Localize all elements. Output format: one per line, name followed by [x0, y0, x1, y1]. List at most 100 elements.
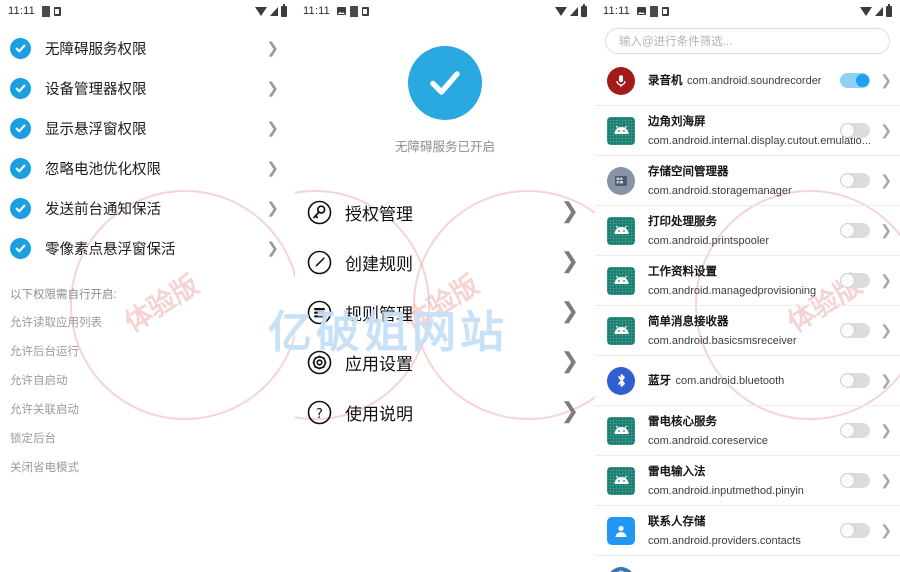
screen-main-menu: 11:11 体验版 无障碍服务已开启 授权管理 ❯ 创建规则 ❯ 规则管理 ❯ … — [295, 0, 595, 572]
app-row[interactable]: 简单消息接收器 com.android.basicsmsreceiver ❯ — [595, 306, 900, 356]
app-permission-list: 录音机 com.android.soundrecorder ❯ 边角刘海屏 co… — [595, 56, 900, 572]
doc-icon — [661, 6, 669, 16]
battery-icon — [581, 3, 587, 17]
menu-item-authorization[interactable]: 授权管理 ❯ — [295, 187, 595, 237]
triple-screenshot-container: 11:11 体验版 无障碍服务权限 ❯ 设备管理器权限 ❯ 显示悬浮窗权限 ❯ … — [0, 0, 900, 572]
app-text: 雷电输入法 com.android.inputmethod.pinyin — [648, 462, 840, 499]
app-row[interactable]: 存储空间管理器 com.android.storagemanager ❯ — [595, 156, 900, 206]
status-left-icons — [41, 5, 61, 17]
check-icon — [10, 37, 31, 59]
signal-icon — [875, 6, 883, 16]
app-package: com.android.soundrecorder — [686, 75, 822, 88]
menu-item-create-rule[interactable]: 创建规则 ❯ — [295, 237, 595, 287]
app-toggle[interactable] — [840, 523, 871, 538]
square-icon — [349, 5, 358, 17]
app-toggle[interactable] — [840, 73, 871, 88]
chevron-right-icon: ❯ — [266, 38, 279, 57]
app-row[interactable]: 浏览器 ❯ — [595, 556, 900, 572]
status-right-icons — [555, 3, 587, 17]
doc-icon — [361, 6, 369, 16]
app-text: 录音机 com.android.soundrecorder — [648, 71, 840, 90]
signal-icon — [270, 6, 278, 16]
permission-row[interactable]: 显示悬浮窗权限 ❯ — [0, 108, 295, 148]
app-toggle[interactable] — [840, 173, 871, 188]
chevron-right-icon: ❯ — [560, 399, 579, 424]
app-toggle[interactable] — [840, 273, 871, 288]
menu-item-instructions[interactable]: ? 使用说明 ❯ — [295, 387, 595, 437]
check-circle-icon — [408, 46, 482, 120]
chevron-right-icon: ❯ — [880, 472, 892, 489]
app-row[interactable]: 雷电输入法 com.android.inputmethod.pinyin ❯ — [595, 456, 900, 506]
app-toggle[interactable] — [840, 323, 871, 338]
manual-permission-item: 允许关联启动 — [10, 404, 79, 416]
app-text: 工作资料设置 com.android.managedprovisioning — [648, 262, 840, 299]
chevron-right-icon: ❯ — [560, 199, 579, 224]
app-row[interactable]: 雷电核心服务 com.android.coreservice ❯ — [595, 406, 900, 456]
status-bar-left: 11:11 — [0, 0, 295, 22]
wifi-icon — [555, 6, 567, 16]
app-toggle[interactable] — [840, 473, 871, 488]
manual-permission-item: 允许后台运行 — [10, 346, 79, 358]
image-icon — [636, 7, 646, 15]
app-name: 存储空间管理器 — [648, 166, 729, 179]
app-name: 工作资料设置 — [648, 266, 717, 279]
check-icon — [10, 77, 31, 99]
status-left-icons — [336, 5, 369, 17]
bluetooth-icon — [607, 366, 635, 395]
permission-row[interactable]: 设备管理器权限 ❯ — [0, 68, 295, 108]
app-text: 打印处理服务 com.android.printspooler — [648, 212, 840, 249]
contacts-icon — [607, 516, 635, 545]
app-name: 录音机 — [648, 75, 683, 88]
app-toggle[interactable] — [840, 423, 871, 438]
watermark-brand-text: 亿破姐网站 — [268, 307, 508, 358]
app-toggle[interactable] — [840, 373, 871, 388]
check-icon — [10, 157, 31, 179]
check-icon — [10, 237, 31, 259]
android-icon — [607, 116, 635, 145]
status-bar-middle: 11:11 — [295, 0, 595, 22]
app-text: 存储空间管理器 com.android.storagemanager — [648, 162, 840, 199]
image-icon — [336, 7, 346, 15]
app-text: 雷电核心服务 com.android.coreservice — [648, 412, 840, 449]
permission-row[interactable]: 零像素点悬浮窗保活 ❯ — [0, 228, 295, 268]
app-package: com.android.inputmethod.pinyin — [648, 484, 804, 497]
chevron-right-icon: ❯ — [266, 78, 279, 97]
chevron-right-icon: ❯ — [880, 272, 892, 289]
chevron-right-icon: ❯ — [880, 222, 892, 239]
permission-label: 发送前台通知保活 — [45, 201, 161, 218]
app-package: com.android.providers.contacts — [648, 534, 801, 547]
permission-label: 显示悬浮窗权限 — [45, 121, 147, 138]
permission-label: 忽略电池优化权限 — [45, 161, 161, 178]
app-name: 简单消息接收器 — [648, 316, 729, 329]
manual-permission-item: 允许读取应用列表 — [10, 317, 102, 329]
svg-text:?: ? — [316, 407, 323, 422]
app-toggle[interactable] — [840, 123, 871, 138]
screen-permissions: 11:11 体验版 无障碍服务权限 ❯ 设备管理器权限 ❯ 显示悬浮窗权限 ❯ … — [0, 0, 295, 572]
status-time: 11:11 — [8, 5, 35, 17]
app-row[interactable]: 蓝牙 com.android.bluetooth ❯ — [595, 356, 900, 406]
android-icon — [607, 416, 635, 445]
check-icon — [10, 117, 31, 139]
app-row[interactable]: 录音机 com.android.soundrecorder ❯ — [595, 56, 900, 106]
wifi-icon — [255, 6, 267, 16]
app-package: com.android.internal.display.cutout.emul… — [648, 134, 871, 147]
hero-caption: 无障碍服务已开启 — [394, 140, 495, 154]
android-icon — [607, 316, 635, 345]
permission-label: 设备管理器权限 — [45, 81, 147, 98]
permission-row[interactable]: 发送前台通知保活 ❯ — [0, 188, 295, 228]
app-row[interactable]: 边角刘海屏 com.android.internal.display.cutou… — [595, 106, 900, 156]
app-row[interactable]: 打印处理服务 com.android.printspooler ❯ — [595, 206, 900, 256]
app-toggle[interactable] — [840, 223, 871, 238]
app-name: 雷电核心服务 — [648, 416, 717, 429]
app-row[interactable]: 联系人存储 com.android.providers.contacts ❯ — [595, 506, 900, 556]
permission-row[interactable]: 无障碍服务权限 ❯ — [0, 28, 295, 68]
status-bar-right: 11:11 — [595, 0, 900, 22]
status-left-icons — [636, 5, 669, 17]
permission-row[interactable]: 忽略电池优化权限 ❯ — [0, 148, 295, 188]
chevron-right-icon: ❯ — [560, 299, 579, 324]
chevron-right-icon: ❯ — [560, 349, 579, 374]
chevron-right-icon: ❯ — [880, 422, 892, 439]
app-row[interactable]: 工作资料设置 com.android.managedprovisioning ❯ — [595, 256, 900, 306]
search-input[interactable]: 输入@进行条件筛选... — [605, 28, 890, 54]
menu-item-label: 使用说明 — [345, 404, 413, 424]
